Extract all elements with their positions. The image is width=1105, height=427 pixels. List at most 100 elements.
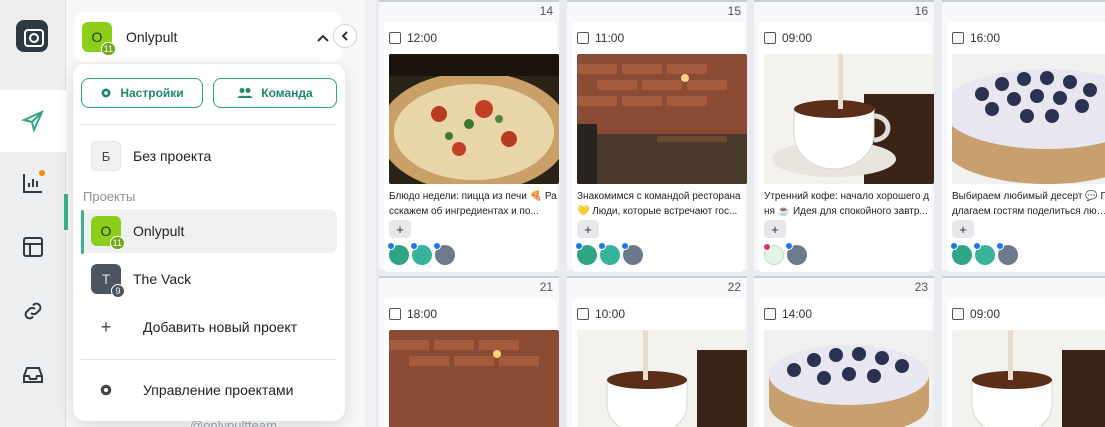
add-project-label: Добавить новый проект — [143, 319, 298, 335]
post-checkbox[interactable] — [577, 308, 589, 320]
chevron-up-icon — [316, 30, 330, 46]
post-image-pizza[interactable] — [389, 54, 559, 184]
account-avatar — [598, 242, 620, 265]
post-time: 14:00 — [782, 307, 813, 321]
scheduled-post[interactable]: 09:00 Утренний кофе: начало хорошего д н… — [759, 22, 934, 272]
project-count-badge: 11 — [109, 236, 125, 250]
account-avatar — [621, 242, 643, 265]
no-project-item[interactable]: Б Без проекта — [81, 134, 337, 178]
calendar-day-15[interactable]: 15 11:00 Знакомимся с командой ресторана… — [567, 0, 747, 272]
project-item-the-vack[interactable]: T 9 The Vack — [81, 257, 337, 301]
project-avatar: O 11 — [82, 22, 116, 56]
calendar-day-16[interactable]: 16 09:00 Утренний кофе: начало хорошего … — [754, 0, 934, 272]
calendar-day-23[interactable]: 23 14:00 — [754, 276, 934, 427]
account-avatar — [410, 242, 432, 265]
post-caption: сскажем об ингредиентах и по... — [389, 206, 539, 217]
post-image-coffee[interactable] — [764, 54, 934, 184]
scheduled-post[interactable]: 12:00 Блюдо недели: пицца из печи 🍕 Ра с… — [384, 22, 559, 272]
chevron-left-icon — [341, 31, 348, 41]
post-time: 09:00 — [782, 31, 813, 45]
post-time: 10:00 — [595, 307, 626, 321]
post-time: 18:00 — [407, 307, 438, 321]
calendar-day-17[interactable]: 16:00 Выбираем любимый десерт 💬 П длагае… — [942, 0, 1105, 272]
team-label: Команда — [261, 86, 313, 100]
post-checkbox[interactable] — [764, 32, 776, 44]
post-caption: 💛 Люди, которые встречают гос... — [577, 206, 738, 217]
team-button[interactable]: Команда — [213, 78, 337, 108]
scheduled-post[interactable]: 10:00 — [572, 298, 747, 427]
add-project-button[interactable]: + Добавить новый проект — [81, 305, 337, 349]
account-avatar — [387, 242, 409, 265]
divider — [81, 359, 337, 360]
project-switcher[interactable]: O 11 Onlypult — [74, 12, 342, 62]
project-avatar: T 9 — [91, 264, 125, 298]
post-image-coffee[interactable] — [577, 330, 747, 427]
project-count-badge: 11 — [100, 42, 116, 56]
divider — [81, 124, 337, 125]
nav-rail — [0, 0, 66, 427]
add-to-post-button[interactable]: + — [952, 220, 974, 238]
project-item-onlypult[interactable]: O 11 Onlypult — [81, 209, 337, 253]
post-image-cake[interactable] — [764, 330, 934, 427]
account-avatar — [973, 242, 995, 265]
analytics-icon[interactable] — [0, 152, 66, 214]
gear-icon — [101, 88, 111, 98]
calendar-day-24[interactable]: 09:00 — [942, 276, 1105, 427]
post-caption: Блюдо недели: пицца из печи 🍕 Ра — [389, 191, 557, 202]
day-number: 21 — [539, 280, 553, 294]
avatar-letter: T — [101, 271, 111, 287]
scheduled-post[interactable]: 09:00 — [947, 298, 1105, 427]
layout-icon[interactable] — [0, 216, 66, 278]
no-project-label: Без проекта — [133, 148, 212, 164]
post-checkbox[interactable] — [764, 308, 776, 320]
post-checkbox[interactable] — [952, 308, 964, 320]
post-checkbox[interactable] — [389, 308, 401, 320]
account-avatar — [575, 242, 597, 265]
manage-projects-button[interactable]: Управление проектами — [81, 368, 337, 412]
manage-projects-label: Управление проектами — [143, 382, 294, 398]
calendar-day-21[interactable]: 21 18:00 — [379, 276, 559, 427]
day-number: 23 — [914, 280, 928, 294]
settings-button[interactable]: Настройки — [81, 78, 203, 108]
account-avatar — [996, 242, 1018, 265]
post-image-restaurant[interactable] — [389, 330, 559, 427]
app-logo-icon[interactable] — [16, 20, 48, 52]
avatar-letter: O — [100, 223, 112, 239]
calendar-day-22[interactable]: 22 10:00 — [567, 276, 747, 427]
day-number: 14 — [539, 4, 553, 18]
post-time: 11:00 — [595, 31, 625, 45]
notification-dot — [39, 170, 45, 176]
add-to-post-button[interactable]: + — [764, 220, 786, 238]
link-icon[interactable] — [0, 280, 66, 342]
team-icon — [237, 88, 253, 98]
account-avatar — [950, 242, 972, 265]
account-avatar — [433, 242, 455, 265]
scheduled-post[interactable]: 16:00 Выбираем любимый десерт 💬 П длагае… — [947, 22, 1105, 272]
no-project-avatar: Б — [91, 141, 121, 171]
post-time: 16:00 — [970, 31, 1001, 45]
post-checkbox[interactable] — [577, 32, 589, 44]
selected-project-indicator — [81, 210, 84, 254]
scheduled-post[interactable]: 18:00 — [384, 298, 559, 427]
post-checkbox[interactable] — [952, 32, 964, 44]
post-time: 12:00 — [407, 31, 438, 45]
gear-icon — [91, 383, 121, 397]
scheduled-post[interactable]: 11:00 Знакомимся с командой ресторана 💛 … — [572, 22, 747, 272]
post-image-restaurant[interactable] — [577, 54, 747, 184]
scheduled-post[interactable]: 14:00 — [759, 298, 934, 427]
settings-label: Настройки — [120, 86, 184, 100]
post-image-cake[interactable] — [952, 54, 1105, 184]
calendar-day-14[interactable]: 14 12:00 Блюдо недели: пицца из печи 🍕 Р… — [379, 0, 559, 272]
project-name: The Vack — [133, 271, 192, 287]
post-checkbox[interactable] — [389, 32, 401, 44]
account-avatar — [785, 242, 807, 265]
calendar-grid: 14 12:00 Блюдо недели: пицца из печи 🍕 Р… — [376, 0, 1105, 427]
post-caption: Утренний кофе: начало хорошего д — [764, 191, 930, 202]
post-image-coffee[interactable] — [952, 330, 1105, 427]
add-to-post-button[interactable]: + — [577, 220, 599, 238]
add-to-post-button[interactable]: + — [389, 220, 411, 238]
inbox-icon[interactable] — [0, 344, 66, 406]
collapse-panel-button[interactable] — [333, 24, 357, 48]
publish-icon[interactable] — [0, 90, 66, 152]
post-time: 09:00 — [970, 307, 1001, 321]
